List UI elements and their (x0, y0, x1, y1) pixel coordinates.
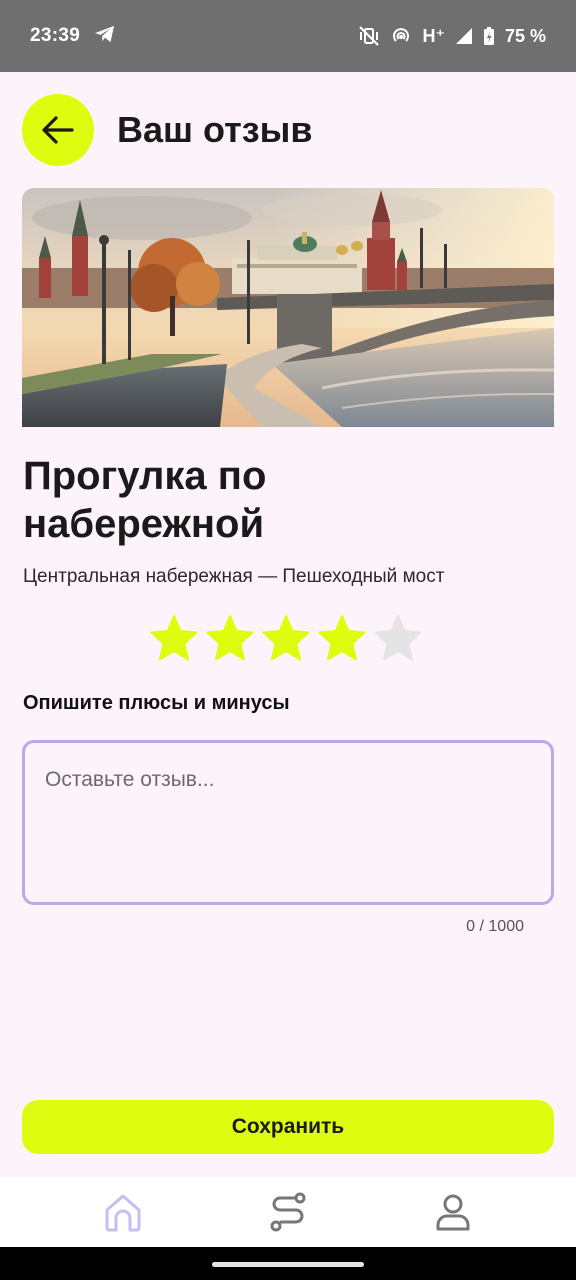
battery-icon (483, 26, 495, 46)
nav-profile[interactable] (423, 1182, 483, 1242)
vibrate-off-icon (358, 25, 380, 47)
star-5-icon[interactable] (374, 614, 422, 664)
char-counter: 0 / 1000 (466, 918, 524, 935)
review-label: Опишите плюсы и минусы (23, 692, 290, 714)
signal-icon (455, 27, 473, 45)
hotspot-icon (390, 25, 412, 47)
arrow-left-icon (42, 116, 74, 144)
place-subtitle: Центральная набережная — Пешеходный мост (23, 566, 445, 587)
page-title: Ваш отзыв (117, 109, 313, 150)
bottom-nav (0, 1177, 576, 1247)
star-4-icon[interactable] (318, 614, 366, 664)
header: Ваш отзыв (22, 94, 313, 166)
profile-icon (436, 1194, 470, 1231)
status-time: 23:39 (30, 25, 81, 46)
home-icon (105, 1194, 141, 1232)
route-icon (270, 1192, 306, 1232)
battery-level: 75 % (504, 25, 546, 46)
place-photo (22, 188, 554, 427)
telegram-icon (94, 24, 116, 49)
back-button[interactable] (22, 94, 94, 166)
place-title: Прогулка по набережной (23, 454, 267, 546)
nav-home[interactable] (93, 1182, 153, 1242)
network-type: H⁺ (422, 25, 445, 46)
status-bar: 23:39 H⁺ 75 % (0, 0, 576, 72)
star-1-icon[interactable] (150, 614, 198, 664)
gesture-bar (0, 1247, 576, 1280)
star-rating (150, 614, 422, 664)
save-button[interactable]: Сохранить (22, 1100, 554, 1154)
star-3-icon[interactable] (262, 614, 310, 664)
review-textarea[interactable] (22, 740, 554, 905)
nav-routes[interactable] (258, 1182, 318, 1242)
home-gesture-handle[interactable] (212, 1262, 364, 1267)
star-2-icon[interactable] (206, 614, 254, 664)
